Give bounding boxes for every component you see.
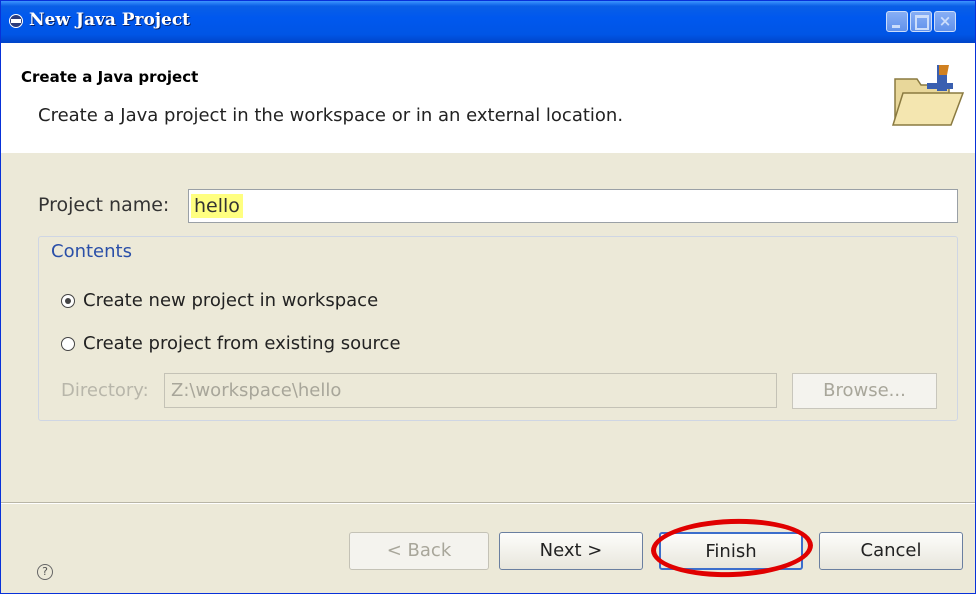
wizard-title: Create a Java project bbox=[21, 68, 199, 86]
new-java-project-dialog: New Java Project × Create a Java project… bbox=[0, 0, 976, 594]
footer-divider-highlight bbox=[1, 503, 975, 504]
finish-highlight-circle bbox=[650, 516, 814, 580]
title-bar[interactable]: New Java Project × bbox=[1, 1, 975, 43]
minimize-button[interactable] bbox=[886, 11, 908, 32]
project-name-label: Project name: bbox=[38, 194, 170, 216]
project-name-input[interactable] bbox=[188, 189, 958, 223]
directory-label: Directory: bbox=[61, 380, 149, 401]
close-button[interactable]: × bbox=[934, 11, 956, 32]
new-folder-icon bbox=[891, 65, 965, 126]
window-title: New Java Project bbox=[29, 10, 191, 30]
maximize-button[interactable] bbox=[910, 11, 932, 32]
radio-new-project[interactable]: Create new project in workspace bbox=[61, 290, 378, 311]
wizard-description: Create a Java project in the workspace o… bbox=[38, 105, 624, 126]
radio-selected-icon[interactable] bbox=[61, 293, 75, 308]
contents-group-title: Contents bbox=[51, 241, 132, 262]
wizard-header bbox=[1, 43, 975, 154]
radio-existing-source-label: Create project from existing source bbox=[83, 333, 401, 354]
help-icon[interactable]: ? bbox=[37, 564, 53, 580]
project-name-value: hello bbox=[191, 194, 243, 218]
back-button[interactable]: < Back bbox=[349, 532, 489, 570]
radio-unselected-icon[interactable] bbox=[61, 336, 75, 351]
radio-existing-source[interactable]: Create project from existing source bbox=[61, 333, 401, 354]
close-icon: × bbox=[938, 12, 952, 30]
eclipse-icon bbox=[9, 14, 23, 28]
browse-button[interactable]: Browse... bbox=[792, 373, 937, 409]
next-button[interactable]: Next > bbox=[499, 532, 643, 570]
radio-new-project-label: Create new project in workspace bbox=[83, 290, 379, 311]
cancel-button[interactable]: Cancel bbox=[819, 532, 963, 570]
directory-input[interactable]: Z:\workspace\hello bbox=[164, 373, 777, 408]
